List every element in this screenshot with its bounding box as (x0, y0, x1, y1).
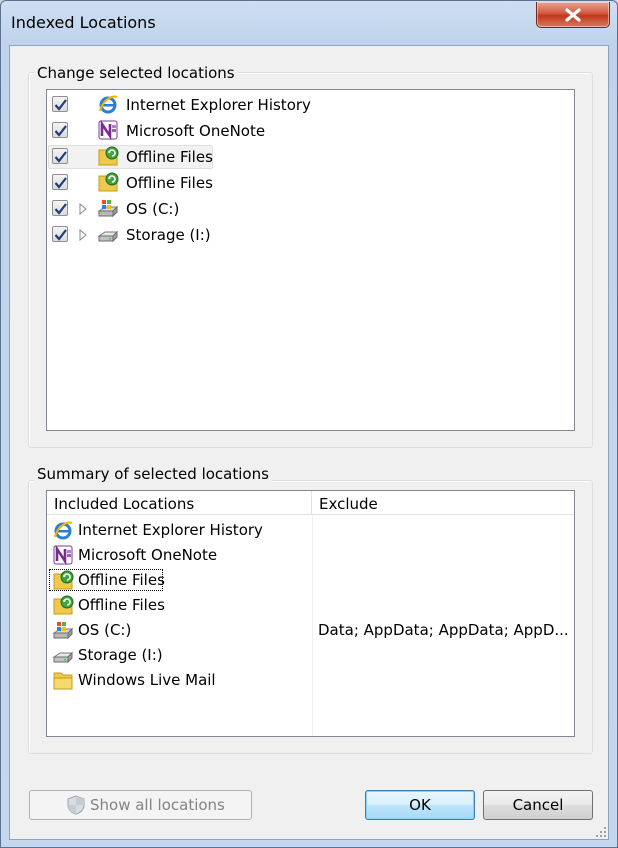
folder-icon (53, 672, 73, 690)
tree-item-label: OS (C:) (126, 200, 180, 218)
summary-row[interactable]: Offline Files (47, 593, 573, 618)
dialog-client-area: Change selected locations Internet Explo… (9, 45, 609, 840)
tree-item-label: Storage (I:) (126, 226, 211, 244)
summary-row[interactable]: Storage (I:) (47, 643, 573, 668)
summary-location: Microsoft OneNote (78, 546, 218, 564)
close-icon (565, 8, 581, 22)
offline-files-icon (53, 570, 74, 590)
tree-item-offline-files-2[interactable]: Offline Files (47, 170, 573, 196)
show-all-label: Show all locations (90, 796, 225, 814)
show-all-locations-button[interactable]: Show all locations (29, 790, 252, 820)
offline-files-icon (98, 172, 119, 192)
offline-files-icon (53, 595, 74, 615)
summary-row[interactable]: OS (C:) Data; AppData; AppData; AppD... (47, 618, 573, 643)
tree-item-ie-history[interactable]: Internet Explorer History (47, 92, 573, 118)
checkbox-ie-history[interactable] (52, 96, 68, 112)
tree-item-onenote[interactable]: Microsoft OneNote (47, 118, 573, 144)
column-header-exclude[interactable]: Exclude (312, 491, 574, 515)
summary-location: OS (C:) (78, 621, 132, 639)
tree-item-os-c[interactable]: OS (C:) (47, 196, 573, 222)
tree-item-label: Internet Explorer History (126, 96, 311, 114)
checkbox-offline-files-1[interactable] (52, 148, 68, 164)
offline-files-icon (98, 146, 119, 166)
window-title: Indexed Locations (11, 13, 156, 32)
summary-row[interactable]: Internet Explorer History (47, 518, 573, 543)
summary-row[interactable]: Offline Files (47, 568, 573, 593)
summary-location: Offline Files (78, 571, 165, 589)
checkbox-os-c[interactable] (52, 200, 68, 216)
summary-location: Windows Live Mail (78, 671, 216, 689)
drive-icon (53, 652, 73, 663)
summary-location: Internet Explorer History (78, 521, 263, 539)
checkbox-offline-files-2[interactable] (52, 174, 68, 190)
drive-icon (98, 231, 118, 242)
onenote-icon (52, 544, 74, 566)
summary-label: Summary of selected locations (34, 465, 272, 483)
summary-location: Storage (I:) (78, 646, 163, 664)
windows-drive-icon (53, 621, 73, 639)
cancel-button[interactable]: Cancel (483, 790, 593, 820)
summary-row[interactable]: Windows Live Mail (47, 668, 573, 693)
ie-icon (98, 95, 119, 114)
change-locations-tree[interactable]: Internet Explorer History Microsoft OneN… (46, 89, 575, 431)
ok-button[interactable]: OK (365, 790, 475, 820)
summary-exclude: Data; AppData; AppData; AppD... (318, 621, 569, 639)
tree-item-label: Offline Files (126, 148, 213, 166)
summary-row[interactable]: Microsoft OneNote (47, 543, 573, 568)
summary-list[interactable]: Included Locations Exclude Internet Expl… (46, 490, 575, 737)
ie-icon (53, 521, 74, 540)
tree-item-offline-files-1[interactable]: Offline Files (47, 144, 573, 170)
uac-shield-icon (67, 795, 85, 815)
summary-location: Offline Files (78, 596, 165, 614)
change-locations-label: Change selected locations (34, 64, 238, 82)
expand-arrow-icon[interactable] (78, 229, 88, 241)
tree-item-label: Offline Files (126, 174, 213, 192)
column-header-included[interactable]: Included Locations (47, 491, 312, 515)
onenote-icon (97, 119, 119, 141)
checkbox-storage-i[interactable] (52, 226, 68, 242)
checkbox-onenote[interactable] (52, 122, 68, 138)
expand-arrow-icon[interactable] (78, 203, 88, 215)
indexed-locations-dialog: Indexed Locations Change selected locati… (0, 0, 618, 848)
tree-item-storage-i[interactable]: Storage (I:) (47, 222, 573, 248)
title-bar[interactable]: Indexed Locations (1, 1, 617, 45)
windows-drive-icon (98, 199, 118, 217)
tree-item-label: Microsoft OneNote (126, 122, 266, 140)
close-button[interactable] (536, 2, 610, 28)
resize-grip-icon[interactable] (595, 826, 607, 838)
